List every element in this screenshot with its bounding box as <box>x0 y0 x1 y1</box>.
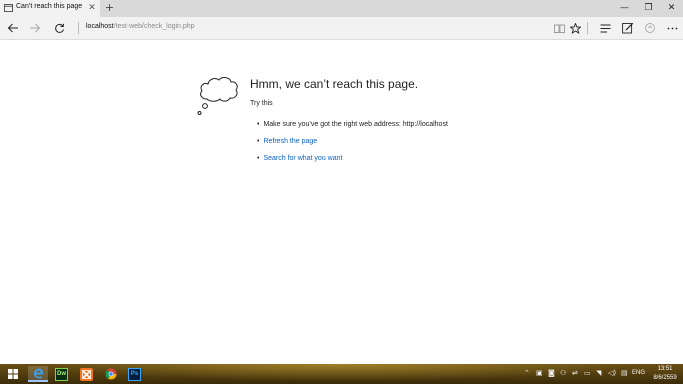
bullet: • <box>257 138 260 145</box>
try-this-label: Try this <box>250 100 273 107</box>
maximize-button[interactable]: ❐ <box>637 0 660 17</box>
edge-icon <box>33 368 43 378</box>
clock-time[interactable]: 13:51 <box>652 366 678 372</box>
taskbar: Dw Ps ⌃ ▣ ◙ ⚇ ⇌ ▭ ◥ ◁) ▤ ENG 13:51 8/6/2… <box>0 364 683 384</box>
hub-icon <box>600 24 610 32</box>
bullet: • <box>257 155 260 162</box>
more-button[interactable] <box>664 20 680 36</box>
web-note-button[interactable] <box>620 20 636 36</box>
suggestion-item: • Search for what you want <box>257 155 342 162</box>
xampp-glyph <box>82 369 91 379</box>
taskbar-edge[interactable] <box>28 366 48 382</box>
taskbar-dreamweaver[interactable]: Dw <box>53 366 70 382</box>
tray-chevron-up-icon[interactable]: ⌃ <box>524 369 530 378</box>
hub-button[interactable] <box>597 20 613 36</box>
forward-button[interactable] <box>26 20 44 36</box>
address-host: localhost <box>86 23 114 30</box>
dreamweaver-icon: Dw <box>55 367 68 381</box>
suggestion-text: Make sure you’ve got the right web addre… <box>263 121 448 128</box>
xampp-icon <box>80 367 93 381</box>
share-icon <box>645 23 655 33</box>
back-arrow-icon <box>7 23 18 33</box>
refresh-link[interactable]: Refresh the page <box>263 138 317 145</box>
star-icon <box>569 22 581 34</box>
tab-strip: Can’t reach this page ✕ + — ❐ ✕ <box>0 0 683 17</box>
keyboard-icon[interactable]: ▤ <box>621 369 628 378</box>
address-separator <box>78 22 79 34</box>
chrome-icon <box>105 368 116 380</box>
suggestion-item: • Make sure you’ve got the right web addr… <box>257 121 448 128</box>
minimize-button[interactable]: — <box>613 0 636 17</box>
start-button[interactable] <box>4 366 21 382</box>
address-path: /test-web/check_login.php <box>113 23 195 30</box>
taskbar-photoshop[interactable]: Ps <box>126 366 143 382</box>
battery-icon[interactable]: ▭ <box>584 369 591 378</box>
search-link[interactable]: Search for what you want <box>263 155 342 162</box>
taskbar-xampp[interactable] <box>78 366 95 382</box>
share-button[interactable] <box>642 20 658 36</box>
tab-title: Can’t reach this page <box>16 3 83 10</box>
forward-arrow-icon <box>30 23 41 33</box>
page-title: Hmm, we can’t reach this page. <box>250 77 419 91</box>
reading-view-button[interactable] <box>551 20 567 36</box>
more-icon <box>667 27 677 29</box>
toolbar-separator <box>587 22 588 34</box>
address-bar[interactable]: localhost/test-web/check_login.php <box>86 23 195 30</box>
book-icon <box>553 24 565 33</box>
refresh-icon <box>54 23 64 33</box>
page-icon <box>4 4 13 12</box>
tray-sync-icon[interactable]: ⇌ <box>572 369 578 378</box>
tray-chat-icon[interactable]: ◙ <box>548 369 555 378</box>
navigation-bar: localhost/test-web/check_login.php <box>0 17 683 40</box>
refresh-button[interactable] <box>50 20 68 36</box>
add-favorite-button[interactable] <box>567 20 583 36</box>
network-icon[interactable]: ◥ <box>596 369 601 378</box>
tab-active[interactable]: Can’t reach this page ✕ <box>0 0 100 17</box>
photoshop-icon: Ps <box>128 367 141 381</box>
taskbar-chrome[interactable] <box>102 366 119 382</box>
tray-people-icon[interactable]: ⚇ <box>560 369 566 378</box>
suggestion-item: • Refresh the page <box>257 138 317 145</box>
new-tab-button[interactable]: + <box>103 1 116 15</box>
close-window-button[interactable]: ✕ <box>660 0 683 17</box>
bullet: • <box>257 121 260 128</box>
tray-app-icon[interactable]: ▣ <box>536 369 543 378</box>
pen-icon <box>622 22 634 34</box>
clock-date[interactable]: 8/6/2559 <box>652 375 678 381</box>
dreamweaver-label: Dw <box>57 371 66 377</box>
tab-close-icon[interactable]: ✕ <box>86 2 98 14</box>
thought-cloud-icon <box>197 77 238 115</box>
photoshop-label: Ps <box>130 371 139 377</box>
windows-icon <box>7 369 18 379</box>
volume-icon[interactable]: ◁) <box>608 369 616 378</box>
language-indicator[interactable]: ENG <box>632 370 645 376</box>
back-button[interactable] <box>4 20 22 36</box>
